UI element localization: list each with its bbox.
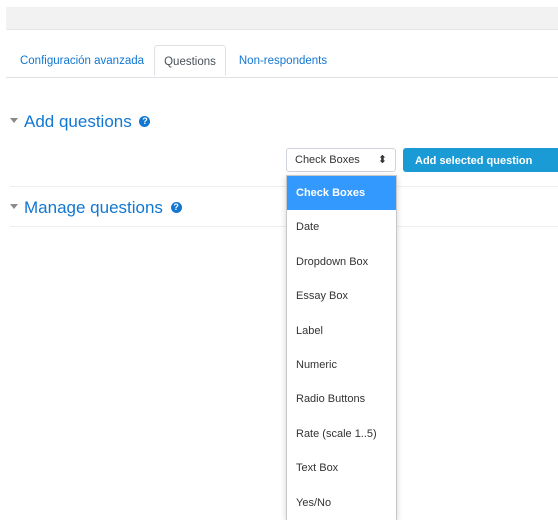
- option-numeric[interactable]: Numeric: [287, 348, 396, 382]
- option-rate-scale[interactable]: Rate (scale 1..5): [287, 417, 396, 451]
- option-yes-no[interactable]: Yes/No: [287, 486, 396, 520]
- help-icon[interactable]: ?: [139, 116, 151, 128]
- option-text-box[interactable]: Text Box: [287, 451, 396, 485]
- collapse-caret-icon: [10, 204, 18, 210]
- manage-questions-title: Manage questions: [24, 198, 163, 217]
- help-icon[interactable]: ?: [170, 202, 182, 214]
- tab-non-respondents[interactable]: Non-respondents: [236, 45, 330, 76]
- manage-questions-header[interactable]: Manage questions ?: [10, 198, 182, 218]
- add-questions-title: Add questions: [24, 112, 132, 131]
- tab-bar: Configuración avanzada Questions Non-res…: [6, 45, 558, 78]
- select-arrows-icon: ⬍: [377, 154, 387, 166]
- option-check-boxes[interactable]: Check Boxes: [287, 176, 396, 211]
- question-type-value: Check Boxes: [295, 154, 360, 166]
- option-essay-box[interactable]: Essay Box: [287, 279, 396, 313]
- add-questions-header[interactable]: Add questions ?: [10, 112, 151, 132]
- tab-questions[interactable]: Questions: [154, 45, 226, 76]
- add-selected-question-type-button[interactable]: Add selected question type: [403, 148, 558, 191]
- question-type-dropdown[interactable]: Check Boxes Date Dropdown Box Essay Box …: [286, 175, 397, 520]
- option-date[interactable]: Date: [287, 210, 396, 244]
- divider: [10, 226, 558, 227]
- option-label[interactable]: Label: [287, 314, 396, 348]
- tab-configuracion-avanzada[interactable]: Configuración avanzada: [14, 45, 150, 76]
- question-type-select[interactable]: Check Boxes ⬍: [286, 148, 396, 172]
- collapse-caret-icon: [10, 118, 18, 124]
- option-dropdown-box[interactable]: Dropdown Box: [287, 245, 396, 279]
- top-bar: [6, 7, 558, 30]
- divider: [10, 186, 558, 187]
- option-radio-buttons[interactable]: Radio Buttons: [287, 382, 396, 416]
